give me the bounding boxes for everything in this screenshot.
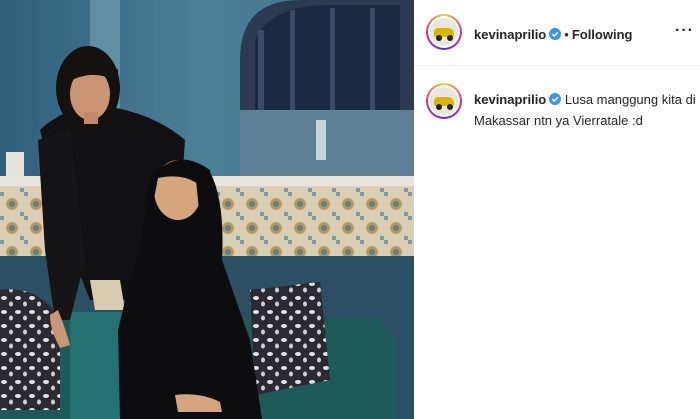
caption-username[interactable]: kevinaprilio <box>474 92 546 107</box>
post-side-panel: kevinaprilio • Following ··· kevinaprilio … <box>414 0 700 419</box>
author-avatar[interactable] <box>426 14 462 50</box>
caption-text-block: kevinaprilio Lusa manggung kita di Makas… <box>474 89 698 131</box>
post-photo[interactable] <box>0 0 414 419</box>
verified-badge-icon <box>549 93 562 105</box>
post-photo-illustration <box>0 0 414 419</box>
verified-badge-icon <box>549 28 562 40</box>
avatar-car-icon <box>430 18 458 46</box>
author-username[interactable]: kevinaprilio <box>474 27 546 42</box>
caption-author-avatar[interactable] <box>426 83 462 119</box>
post-header: kevinaprilio • Following ··· <box>414 0 700 66</box>
following-button[interactable]: Following <box>572 27 633 42</box>
more-options-icon[interactable]: ··· <box>675 22 694 40</box>
avatar-car-icon <box>430 87 458 115</box>
separator-dot: • <box>564 27 569 42</box>
